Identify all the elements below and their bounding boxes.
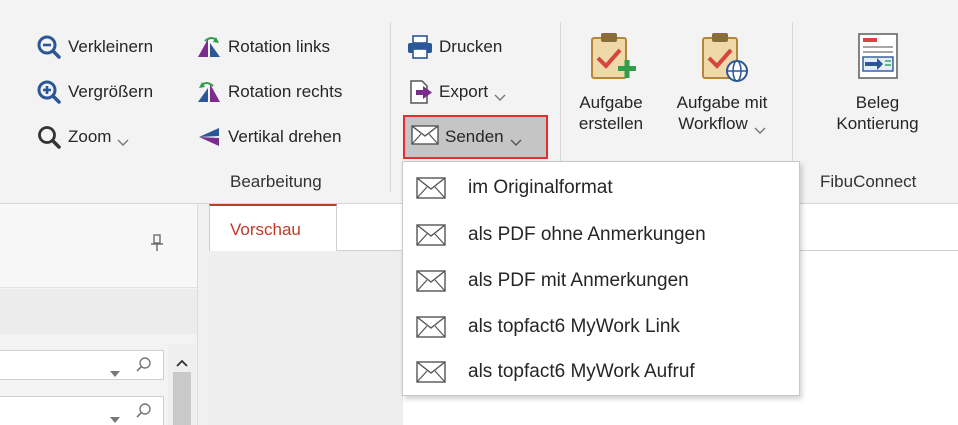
scroll-up-icon[interactable] (176, 352, 188, 372)
chevron-down-icon (754, 119, 766, 134)
send-dropdown-button[interactable]: Senden (403, 115, 548, 159)
envelope-icon (416, 224, 446, 246)
envelope-icon (416, 177, 446, 199)
rotate-left-label: Rotation links (228, 37, 331, 56)
chevron-down-icon (117, 132, 129, 146)
document-accounting-icon (857, 33, 898, 79)
create-task-button[interactable]: Aufgabe erstellen (568, 30, 654, 134)
menu-item-label: als PDF ohne Anmerkungen (468, 224, 706, 245)
task-workflow-label-1: Aufgabe mit (676, 93, 768, 112)
scrollbar-thumb[interactable] (173, 372, 191, 425)
left-panel-band (0, 289, 197, 334)
rotate-left-button[interactable]: Rotation links (196, 31, 330, 63)
rotate-right-icon (196, 79, 222, 105)
filter-combo-2[interactable] (0, 396, 164, 425)
left-panel-header (0, 204, 197, 288)
beleg-label-2: Kontierung (836, 114, 919, 133)
flip-vertical-label: Vertikal drehen (228, 127, 342, 146)
envelope-icon (416, 270, 446, 292)
flip-vertical-button[interactable]: Vertikal drehen (196, 121, 341, 153)
envelope-icon (416, 316, 446, 338)
ribbon-separator (390, 22, 391, 192)
zoom-in-button[interactable]: Vergrößern (36, 76, 153, 108)
beleg-kontierung-button[interactable]: Beleg Kontierung (815, 30, 940, 134)
chevron-down-icon (494, 87, 506, 101)
envelope-icon (416, 361, 446, 383)
group-label-fibuconnect: FibuConnect (820, 172, 917, 191)
zoom-in-label: Vergrößern (68, 82, 154, 101)
menu-item-label: als topfact6 MyWork Link (468, 316, 680, 337)
menu-item-mywork-call[interactable]: als topfact6 MyWork Aufruf (403, 349, 799, 395)
left-panel (0, 204, 197, 425)
filter-combo-1[interactable] (0, 350, 164, 380)
flip-vertical-icon (196, 124, 222, 150)
task-with-workflow-button[interactable]: Aufgabe mit Workflow (662, 30, 782, 134)
vertical-scrollbar[interactable] (168, 344, 196, 425)
export-icon (407, 79, 433, 105)
create-task-label-1: Aufgabe (579, 93, 643, 112)
zoom-out-icon (36, 34, 62, 60)
print-button[interactable]: Drucken (407, 31, 502, 63)
create-task-label-2: erstellen (578, 114, 644, 133)
menu-item-pdf-with-notes[interactable]: als PDF mit Anmerkungen (403, 258, 799, 304)
print-label: Drucken (439, 37, 503, 56)
printer-icon (407, 34, 433, 60)
zoom-in-icon (36, 79, 62, 105)
preview-document-pane (209, 250, 403, 425)
rotate-left-icon (196, 34, 222, 60)
zoom-label: Zoom (68, 127, 112, 146)
export-dropdown-button[interactable]: Export (407, 76, 506, 108)
pin-icon[interactable] (150, 234, 164, 257)
task-workflow-label-2: Workflow (678, 114, 748, 133)
group-label-bearbeitung: Bearbeitung (230, 172, 322, 191)
zoom-dropdown-button[interactable]: Zoom (36, 121, 129, 153)
tab-preview-label: Vorschau (230, 220, 301, 239)
export-label: Export (439, 82, 489, 101)
beleg-label-1: Beleg (855, 93, 900, 112)
menu-item-label: im Originalformat (468, 177, 613, 198)
send-dropdown-menu: im Originalformat als PDF ohne Anmerkung… (402, 161, 800, 396)
dropdown-arrow-icon[interactable] (110, 408, 120, 425)
rotate-right-label: Rotation rechts (228, 82, 343, 101)
menu-item-label: als topfact6 MyWork Aufruf (468, 361, 695, 382)
zoom-out-button[interactable]: Verkleinern (36, 31, 153, 63)
tab-preview[interactable]: Vorschau (209, 204, 337, 251)
menu-item-original-format[interactable]: im Originalformat (403, 165, 799, 211)
menu-item-mywork-link[interactable]: als topfact6 MyWork Link (403, 304, 799, 350)
panel-splitter[interactable] (197, 204, 209, 425)
rotate-right-button[interactable]: Rotation rechts (196, 76, 342, 108)
search-icon[interactable] (135, 356, 153, 379)
zoom-out-label: Verkleinern (68, 37, 154, 56)
clipboard-add-icon (591, 33, 636, 79)
task-workflow-label-row: Workflow (678, 113, 766, 134)
send-label: Senden (445, 127, 504, 146)
search-icon[interactable] (135, 402, 153, 425)
chevron-down-icon (510, 132, 522, 146)
clipboard-globe-icon (702, 33, 748, 82)
magnifier-icon (36, 124, 62, 150)
dropdown-arrow-icon[interactable] (110, 362, 120, 382)
menu-item-pdf-without-notes[interactable]: als PDF ohne Anmerkungen (403, 212, 799, 258)
menu-item-label: als PDF mit Anmerkungen (468, 270, 689, 291)
envelope-icon (411, 125, 439, 149)
